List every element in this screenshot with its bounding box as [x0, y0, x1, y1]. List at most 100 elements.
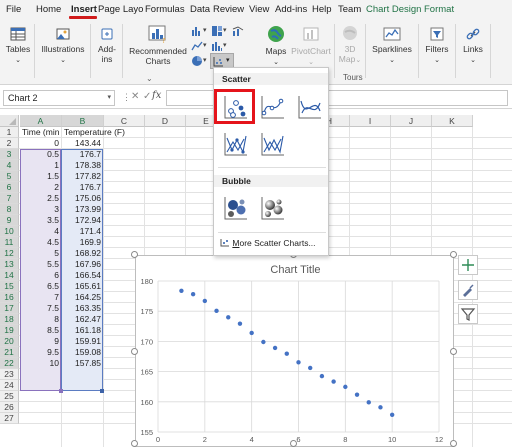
chart-resize-handle[interactable]	[450, 440, 457, 447]
data-point[interactable]	[214, 308, 219, 314]
cell-b5[interactable]: 177.82	[62, 171, 103, 182]
cell-a5[interactable]: 1.5	[20, 171, 61, 182]
column-header-b[interactable]: B	[62, 115, 104, 127]
cell-a13[interactable]: 5.5	[20, 259, 61, 270]
tables-button[interactable]: Tables ⌄	[4, 26, 32, 66]
3d-map-button[interactable]: 3D Map⌄	[338, 24, 362, 66]
line-chart-icon[interactable]	[191, 40, 203, 52]
row-header-19[interactable]: 19	[0, 325, 19, 336]
cell-b20[interactable]: 159.91	[62, 336, 103, 347]
column-header-k[interactable]: K	[432, 115, 473, 127]
cell-a22[interactable]: 10	[20, 358, 61, 369]
row-header-25[interactable]: 25	[0, 391, 19, 402]
row-header-14[interactable]: 14	[0, 270, 19, 281]
data-point[interactable]	[237, 321, 243, 326]
chevron-down-icon[interactable]: ▾	[223, 41, 227, 49]
data-point[interactable]	[272, 345, 278, 351]
chart-resize-handle[interactable]	[131, 440, 138, 447]
cell-a8[interactable]: 3	[20, 204, 61, 215]
tab-format[interactable]: Format	[424, 4, 454, 15]
pivotchart-button[interactable]: PivotChart ⌄	[291, 24, 331, 68]
chart-resize-handle[interactable]	[131, 348, 138, 355]
chart-resize-handle[interactable]	[290, 440, 297, 447]
links-button[interactable]: Links ⌄	[460, 26, 486, 66]
data-point[interactable]	[249, 330, 254, 336]
bubble-option[interactable]	[222, 194, 250, 224]
tab-team[interactable]: Team	[338, 4, 361, 15]
cell-b2[interactable]: 143.44	[62, 138, 103, 149]
cell-b9[interactable]: 172.94	[62, 215, 103, 226]
data-point[interactable]	[331, 379, 336, 384]
tab-review[interactable]: Review	[213, 4, 244, 15]
cell-a4[interactable]: 1	[20, 160, 61, 171]
cell-b13[interactable]: 167.96	[62, 259, 103, 270]
row-header-26[interactable]: 26	[0, 402, 19, 413]
data-point[interactable]	[389, 412, 395, 417]
scatter-smooth-lines-option[interactable]	[296, 93, 324, 123]
cell-b15[interactable]: 165.61	[62, 281, 103, 292]
column-chart-icon[interactable]	[191, 25, 203, 37]
chart-area[interactable]: Chart Title 180 175 170 165 160 155 0 2 4 6 8 10 12	[135, 255, 454, 447]
row-header-21[interactable]: 21	[0, 347, 19, 358]
tab-add-ins[interactable]: Add-ins	[275, 4, 307, 15]
column-header-d[interactable]: D	[145, 115, 186, 127]
scatter-straight-lines-markers-option[interactable]	[222, 130, 250, 160]
tab-home[interactable]: Home	[36, 4, 61, 15]
cell-a10[interactable]: 4	[20, 226, 61, 237]
combo-chart-icon[interactable]	[232, 25, 244, 37]
cell-a19[interactable]: 8.5	[20, 325, 61, 336]
cell-b21[interactable]: 159.08	[62, 347, 103, 358]
chart-elements-button[interactable]	[458, 255, 478, 275]
column-header-j[interactable]: J	[391, 115, 432, 127]
cell-b11[interactable]: 169.9	[62, 237, 103, 248]
chart-styles-button[interactable]	[458, 280, 478, 300]
pie-chart-icon[interactable]	[191, 55, 203, 67]
data-point[interactable]	[366, 400, 371, 405]
filters-button[interactable]: Filters ⌄	[422, 26, 452, 66]
data-point[interactable]	[261, 339, 266, 345]
cell-a17[interactable]: 7.5	[20, 303, 61, 314]
cell-b19[interactable]: 161.18	[62, 325, 103, 336]
enter-icon[interactable]: ✓	[143, 91, 151, 102]
tab-insert[interactable]: Insert	[71, 4, 97, 15]
cell-b22[interactable]: 157.85	[62, 358, 103, 369]
row-header-22[interactable]: 22	[0, 358, 19, 369]
row-header-7[interactable]: 7	[0, 193, 19, 204]
data-point[interactable]	[179, 288, 184, 293]
cell-b6[interactable]: 176.7	[62, 182, 103, 193]
chevron-down-icon[interactable]: ▾	[107, 93, 111, 101]
name-box[interactable]: Chart 2 ▾	[3, 90, 115, 106]
tab-view[interactable]: View	[249, 4, 269, 15]
row-header-18[interactable]: 18	[0, 314, 19, 325]
chevron-down-icon[interactable]: ▾	[203, 41, 207, 49]
hierarchy-chart-icon[interactable]	[211, 25, 223, 37]
row-header-8[interactable]: 8	[0, 204, 19, 215]
cancel-icon[interactable]: ✕	[131, 91, 139, 102]
row-header-23[interactable]: 23	[0, 369, 19, 380]
dialog-launcher-icon[interactable]: ⌄	[146, 74, 153, 83]
tab-formulas[interactable]: Formulas	[145, 4, 185, 15]
row-header-15[interactable]: 15	[0, 281, 19, 292]
chevron-down-icon[interactable]: ▾	[223, 26, 227, 34]
statistic-chart-icon[interactable]	[211, 40, 223, 52]
row-header-11[interactable]: 11	[0, 237, 19, 248]
chart-filters-button[interactable]	[458, 304, 478, 324]
data-point[interactable]	[226, 315, 231, 320]
cell-a16[interactable]: 7	[20, 292, 61, 303]
data-point[interactable]	[202, 298, 208, 304]
cell-b14[interactable]: 166.54	[62, 270, 103, 281]
tab-file[interactable]: File	[6, 4, 21, 15]
cell-a7[interactable]: 2.5	[20, 193, 61, 204]
data-point[interactable]	[284, 351, 289, 356]
cell-b18[interactable]: 162.47	[62, 314, 103, 325]
column-header-a[interactable]: A	[20, 115, 62, 127]
column-header-i[interactable]: I	[350, 115, 391, 127]
chart-resize-handle[interactable]	[450, 251, 457, 258]
chart-resize-handle[interactable]	[131, 251, 138, 258]
select-all-corner[interactable]	[0, 115, 19, 127]
add-ins-button[interactable]: Add-ins	[94, 26, 120, 64]
cell-a21[interactable]: 9.5	[20, 347, 61, 358]
row-header-27[interactable]: 27	[0, 413, 19, 424]
row-header-10[interactable]: 10	[0, 226, 19, 237]
column-header-c[interactable]: C	[104, 115, 145, 127]
